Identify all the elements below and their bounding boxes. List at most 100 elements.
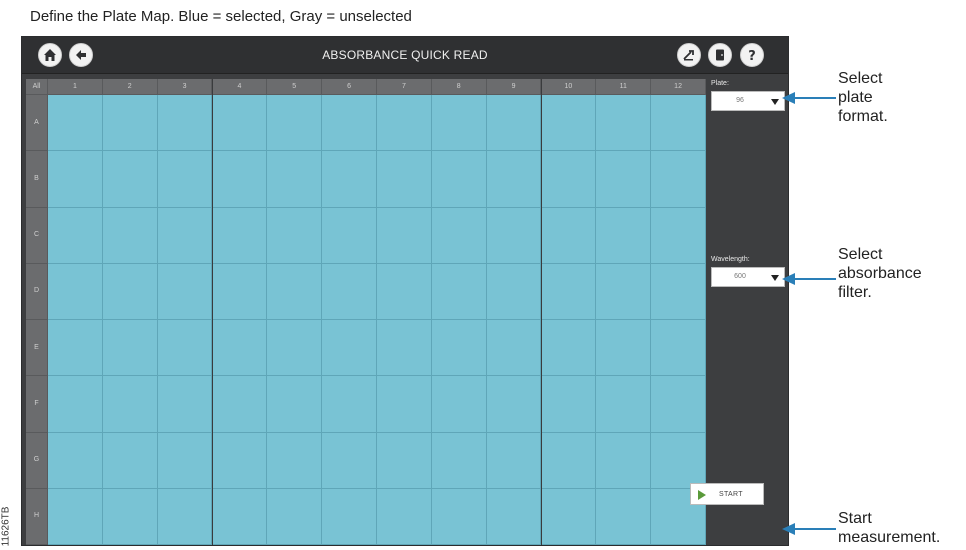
column-header-12[interactable]: 12 [651, 79, 706, 95]
column-header-2[interactable]: 2 [102, 79, 158, 95]
well-G11[interactable] [596, 432, 652, 489]
well-B8[interactable] [431, 151, 487, 208]
well-G5[interactable] [267, 432, 323, 489]
well-C10[interactable] [541, 207, 597, 264]
well-H9[interactable] [486, 488, 542, 545]
row-header-E[interactable]: E [26, 320, 48, 377]
well-H5[interactable] [267, 488, 323, 545]
well-G3[interactable] [157, 432, 213, 489]
well-B11[interactable] [596, 151, 652, 208]
well-G4[interactable] [212, 432, 268, 489]
column-header-7[interactable]: 7 [377, 79, 432, 95]
well-C6[interactable] [322, 207, 377, 264]
well-E9[interactable] [486, 320, 542, 377]
well-D9[interactable] [486, 263, 542, 320]
well-D4[interactable] [212, 263, 268, 320]
well-H4[interactable] [212, 488, 268, 545]
help-button[interactable]: ? [740, 43, 764, 67]
column-header-6[interactable]: 6 [322, 79, 377, 95]
well-F6[interactable] [322, 376, 377, 433]
well-A12[interactable] [651, 95, 706, 152]
row-header-B[interactable]: B [26, 151, 48, 208]
select-all-corner[interactable]: All [26, 79, 48, 95]
well-D11[interactable] [596, 263, 652, 320]
column-header-9[interactable]: 9 [486, 79, 542, 95]
well-C12[interactable] [651, 207, 706, 264]
well-G2[interactable] [102, 432, 158, 489]
well-D2[interactable] [102, 263, 158, 320]
well-A10[interactable] [541, 95, 597, 152]
well-D8[interactable] [431, 263, 487, 320]
well-A11[interactable] [596, 95, 652, 152]
plate-format-dropdown[interactable]: 96 [711, 91, 785, 111]
well-A9[interactable] [486, 95, 542, 152]
well-A3[interactable] [157, 95, 213, 152]
well-C2[interactable] [102, 207, 158, 264]
well-F1[interactable] [48, 376, 103, 433]
well-E4[interactable] [212, 320, 268, 377]
well-G7[interactable] [377, 432, 432, 489]
well-E11[interactable] [596, 320, 652, 377]
well-G10[interactable] [541, 432, 597, 489]
well-H7[interactable] [377, 488, 432, 545]
well-F10[interactable] [541, 376, 597, 433]
well-A5[interactable] [267, 95, 323, 152]
well-F4[interactable] [212, 376, 268, 433]
well-F11[interactable] [596, 376, 652, 433]
well-D12[interactable] [651, 263, 706, 320]
row-header-F[interactable]: F [26, 376, 48, 433]
well-C7[interactable] [377, 207, 432, 264]
well-G9[interactable] [486, 432, 542, 489]
well-E10[interactable] [541, 320, 597, 377]
well-A4[interactable] [212, 95, 268, 152]
well-E2[interactable] [102, 320, 158, 377]
well-A8[interactable] [431, 95, 487, 152]
well-E7[interactable] [377, 320, 432, 377]
well-H10[interactable] [541, 488, 597, 545]
well-A7[interactable] [377, 95, 432, 152]
well-E8[interactable] [431, 320, 487, 377]
well-B2[interactable] [102, 151, 158, 208]
column-header-5[interactable]: 5 [267, 79, 323, 95]
well-B3[interactable] [157, 151, 213, 208]
well-H11[interactable] [596, 488, 652, 545]
well-G6[interactable] [322, 432, 377, 489]
well-D6[interactable] [322, 263, 377, 320]
well-F2[interactable] [102, 376, 158, 433]
start-button[interactable]: START [690, 483, 764, 505]
column-header-11[interactable]: 11 [596, 79, 652, 95]
well-F3[interactable] [157, 376, 213, 433]
well-D3[interactable] [157, 263, 213, 320]
well-C4[interactable] [212, 207, 268, 264]
well-B9[interactable] [486, 151, 542, 208]
well-H8[interactable] [431, 488, 487, 545]
well-A2[interactable] [102, 95, 158, 152]
row-header-A[interactable]: A [26, 95, 48, 152]
row-header-C[interactable]: C [26, 207, 48, 264]
well-E3[interactable] [157, 320, 213, 377]
well-C9[interactable] [486, 207, 542, 264]
well-F5[interactable] [267, 376, 323, 433]
row-header-D[interactable]: D [26, 263, 48, 320]
column-header-3[interactable]: 3 [157, 79, 213, 95]
well-D7[interactable] [377, 263, 432, 320]
well-B5[interactable] [267, 151, 323, 208]
column-header-8[interactable]: 8 [431, 79, 487, 95]
well-H3[interactable] [157, 488, 213, 545]
well-C11[interactable] [596, 207, 652, 264]
well-B12[interactable] [651, 151, 706, 208]
column-header-4[interactable]: 4 [212, 79, 268, 95]
well-B10[interactable] [541, 151, 597, 208]
wavelength-dropdown[interactable]: 600 [711, 267, 785, 287]
well-B7[interactable] [377, 151, 432, 208]
well-G1[interactable] [48, 432, 103, 489]
well-F8[interactable] [431, 376, 487, 433]
well-C3[interactable] [157, 207, 213, 264]
well-A6[interactable] [322, 95, 377, 152]
well-C1[interactable] [48, 207, 103, 264]
well-D5[interactable] [267, 263, 323, 320]
column-header-10[interactable]: 10 [541, 79, 597, 95]
well-E12[interactable] [651, 320, 706, 377]
well-D10[interactable] [541, 263, 597, 320]
well-D1[interactable] [48, 263, 103, 320]
